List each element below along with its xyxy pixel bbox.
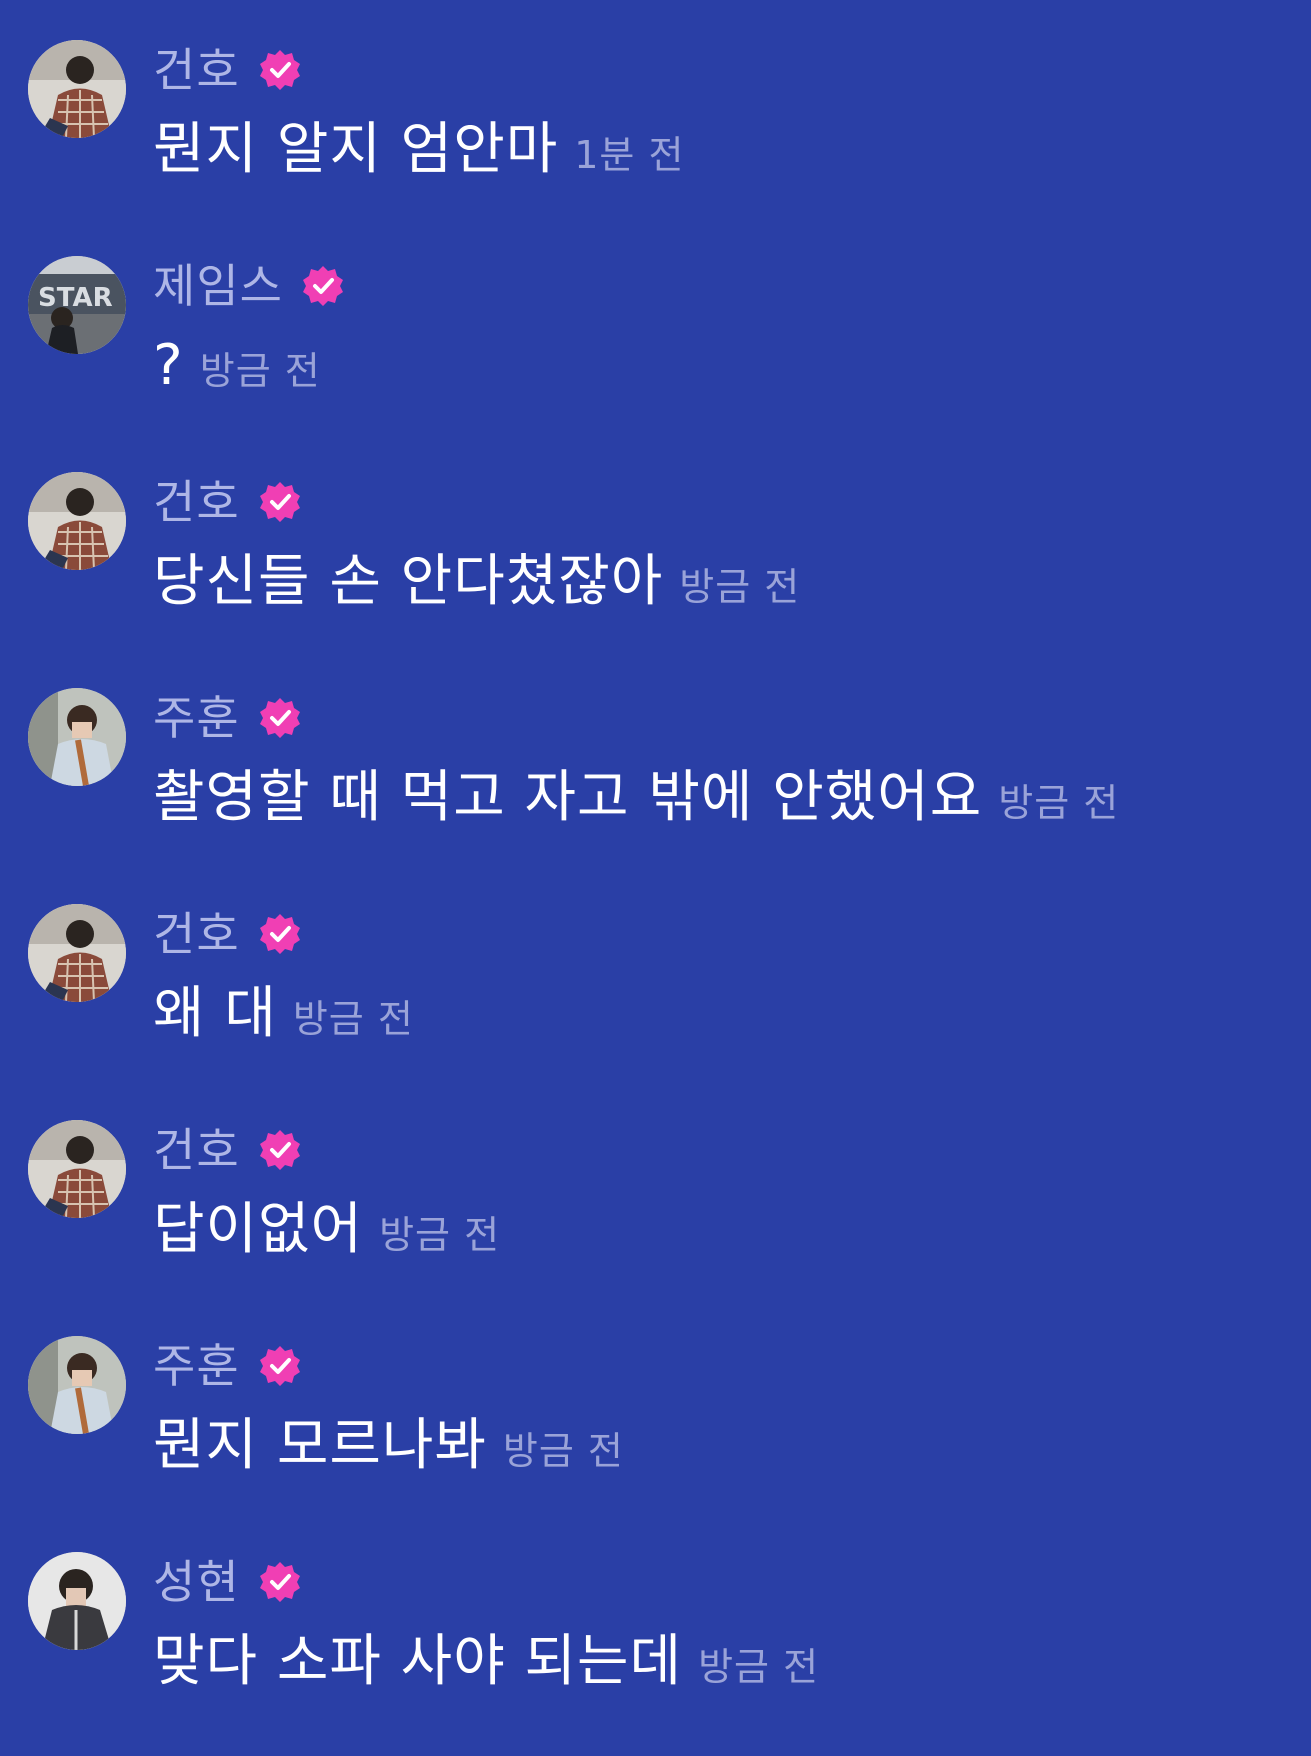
message-timestamp: 1분 전 (574, 133, 685, 177)
sender-name[interactable]: 건호 (153, 472, 240, 532)
message-text: 뭔지 알지 엄안마 (153, 117, 559, 182)
message-text: ? (153, 333, 184, 398)
sender-name[interactable]: 주훈 (153, 1336, 240, 1396)
message-text: 뭔지 모르나봐 (153, 1413, 487, 1478)
avatar[interactable] (28, 1552, 126, 1650)
user-avatar-star-icon: STAR (28, 256, 126, 354)
sender-name[interactable]: 주훈 (153, 688, 240, 748)
chat-message: STAR 제임스 ? 방금 전 (0, 216, 1311, 416)
verified-badge-icon (258, 912, 302, 956)
chat-message: 성현 맞다 소파 사야 되는데 방금 전 (0, 1512, 1311, 1712)
sender-name[interactable]: 건호 (153, 904, 240, 964)
chat-message: 건호 답이없어 방금 전 (0, 1080, 1311, 1280)
user-avatar-light-icon (28, 1336, 126, 1434)
sender-name[interactable]: 성현 (153, 1552, 240, 1612)
chat-screen: 건호 뭔지 알지 엄안마 1분 전 STAR 제임스 ? 방금 전 건호 당신들… (0, 0, 1311, 1756)
message-text: 맞다 소파 사야 되는데 (153, 1629, 683, 1694)
svg-text:STAR: STAR (38, 283, 113, 313)
avatar[interactable] (28, 472, 126, 570)
verified-badge-icon (258, 1128, 302, 1172)
verified-badge-icon (258, 48, 302, 92)
avatar[interactable] (28, 904, 126, 1002)
sender-name[interactable]: 건호 (153, 40, 240, 100)
chat-message: 건호 뭔지 알지 엄안마 1분 전 (0, 0, 1311, 200)
avatar[interactable] (28, 1336, 126, 1434)
message-timestamp: 방금 전 (502, 1429, 624, 1473)
avatar[interactable] (28, 40, 126, 138)
sender-name[interactable]: 제임스 (153, 256, 283, 316)
message-text: 왜 대 (153, 981, 277, 1046)
message-timestamp: 방금 전 (698, 1645, 820, 1689)
sender-name[interactable]: 건호 (153, 1120, 240, 1180)
avatar[interactable]: STAR (28, 256, 126, 354)
chat-message: 주훈 뭔지 모르나봐 방금 전 (0, 1296, 1311, 1496)
verified-badge-icon (258, 480, 302, 524)
chat-message: 주훈 촬영할 때 먹고 자고 밖에 안했어요 방금 전 (0, 648, 1311, 848)
message-text: 촬영할 때 먹고 자고 밖에 안했어요 (153, 765, 983, 830)
user-avatar-plaid-icon (28, 40, 126, 138)
avatar[interactable] (28, 688, 126, 786)
user-avatar-light-icon (28, 688, 126, 786)
message-timestamp: 방금 전 (998, 781, 1120, 825)
chat-message: 건호 당신들 손 안다쳤잖아 방금 전 (0, 432, 1311, 632)
user-avatar-dark-icon (28, 1552, 126, 1650)
avatar[interactable] (28, 1120, 126, 1218)
message-text: 당신들 손 안다쳤잖아 (153, 549, 664, 614)
user-avatar-plaid-icon (28, 904, 126, 1002)
verified-badge-icon (258, 1344, 302, 1388)
user-avatar-plaid-icon (28, 1120, 126, 1218)
user-avatar-plaid-icon (28, 472, 126, 570)
verified-badge-icon (301, 264, 345, 308)
message-text: 답이없어 (153, 1197, 364, 1262)
verified-badge-icon (258, 696, 302, 740)
message-timestamp: 방금 전 (679, 565, 801, 609)
verified-badge-icon (258, 1560, 302, 1604)
chat-message: 건호 왜 대 방금 전 (0, 864, 1311, 1064)
message-timestamp: 방금 전 (292, 997, 414, 1041)
message-timestamp: 방금 전 (199, 349, 321, 393)
message-timestamp: 방금 전 (379, 1213, 501, 1257)
